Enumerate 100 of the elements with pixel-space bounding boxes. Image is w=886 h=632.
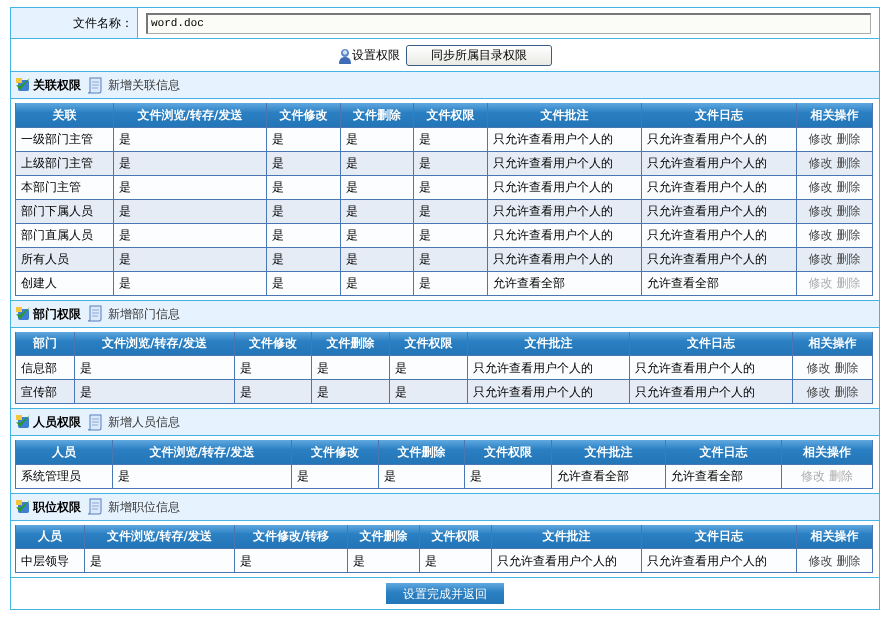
delete-link[interactable]: 删除: [836, 252, 860, 266]
edit-link[interactable]: 修改: [808, 252, 832, 266]
table-cell: 是: [414, 151, 488, 175]
table-cell: 是: [74, 380, 234, 404]
table-cell: 是: [414, 199, 488, 223]
table-cell: 只允许查看用户个人的: [630, 356, 792, 380]
submit-button[interactable]: 设置完成并返回: [386, 583, 504, 604]
table-cell: 中层领导: [16, 548, 84, 572]
edit-link[interactable]: 修改: [808, 554, 832, 568]
table-cell: 是: [348, 548, 420, 572]
table-cell: 是: [340, 199, 414, 223]
table-cell: 一级部门主管: [16, 127, 114, 151]
delete-link[interactable]: 删除: [836, 156, 860, 170]
column-header: 文件权限: [464, 440, 552, 464]
table-cell: 是: [266, 271, 340, 295]
column-header: 相关操作: [796, 524, 872, 548]
edit-link[interactable]: 修改: [808, 132, 832, 146]
column-header: 文件修改: [266, 103, 340, 127]
add-link[interactable]: 新增职位信息: [108, 498, 180, 516]
table-cell: 允许查看全部: [488, 271, 642, 295]
column-header: 文件修改: [292, 440, 378, 464]
table-cell: 是: [420, 548, 492, 572]
table-cell: 是: [114, 127, 266, 151]
edit-link: 修改: [808, 276, 832, 290]
table-cell: 创建人: [16, 271, 114, 295]
table-cell: 是: [114, 271, 266, 295]
table-cell: 是: [114, 175, 266, 199]
check-icon: [15, 414, 31, 430]
column-header: 文件浏览/转存/发送: [74, 332, 234, 356]
delete-link[interactable]: 删除: [834, 384, 858, 398]
table-cell: 所有人员: [16, 247, 114, 271]
table-cell: 只允许查看用户个人的: [468, 356, 630, 380]
table-cell: 只允许查看用户个人的: [642, 175, 796, 199]
table-cell: 只允许查看用户个人的: [488, 223, 642, 247]
table-cell: 信息部: [16, 356, 74, 380]
table-cell: 宣传部: [16, 380, 74, 404]
table-cell: 是: [234, 548, 348, 572]
table-cell: 只允许查看用户个人的: [468, 380, 630, 404]
column-header: 部门: [16, 332, 74, 356]
delete-link[interactable]: 删除: [836, 228, 860, 242]
check-icon: [15, 498, 31, 514]
column-header: 人员: [16, 524, 84, 548]
table-cell: 是: [266, 199, 340, 223]
column-header: 文件删除: [340, 103, 414, 127]
column-header: 文件日志: [666, 440, 782, 464]
table-cell: 是: [312, 380, 390, 404]
sync-button[interactable]: 同步所属目录权限: [406, 44, 552, 66]
column-header: 文件批注: [488, 103, 642, 127]
input-field[interactable]: word.doc: [146, 12, 871, 34]
table-cell: 是: [414, 247, 488, 271]
label-text: 设置权限: [352, 47, 400, 64]
table-cell: 是: [340, 151, 414, 175]
table-cell: 允许查看全部: [552, 464, 666, 488]
column-header: 关联: [16, 103, 114, 127]
add-link[interactable]: 新增部门信息: [108, 304, 180, 322]
table-cell: 是: [74, 356, 234, 380]
column-header: 文件权限: [414, 103, 488, 127]
table-cell: 本部门主管: [16, 175, 114, 199]
scroll-icon: [87, 305, 102, 322]
field-label: 文件名称：: [11, 8, 138, 38]
column-header: 文件日志: [630, 332, 792, 356]
delete-link[interactable]: 删除: [836, 132, 860, 146]
section-title: 人员权限: [33, 414, 81, 431]
column-header: 文件浏览/转存/发送: [84, 524, 234, 548]
scroll-icon: [87, 414, 102, 430]
table-cell: 只允许查看用户个人的: [488, 199, 642, 223]
table-cell: 是: [114, 223, 266, 247]
table-cell: 只允许查看用户个人的: [642, 199, 796, 223]
table-cell: 是: [266, 175, 340, 199]
add-link[interactable]: 新增关联信息: [108, 76, 180, 94]
table-cell: 只允许查看用户个人的: [642, 127, 796, 151]
column-header: 文件批注: [492, 524, 642, 548]
column-header: 相关操作: [782, 440, 872, 464]
table-cell: 是: [340, 127, 414, 151]
section-title: 职位权限: [33, 498, 81, 516]
edit-link[interactable]: 修改: [808, 204, 832, 218]
delete-link[interactable]: 删除: [836, 554, 860, 568]
table-cell: 部门下属人员: [16, 199, 114, 223]
column-header: 文件删除: [312, 332, 390, 356]
table-cell: 允许查看全部: [666, 464, 782, 488]
column-header: 文件删除: [348, 524, 420, 548]
edit-link[interactable]: 修改: [808, 228, 832, 242]
check-icon: [15, 77, 31, 93]
table-cell: 只允许查看用户个人的: [642, 151, 796, 175]
scroll-icon: [87, 76, 102, 94]
delete-link[interactable]: 删除: [836, 204, 860, 218]
table-cell: 只允许查看用户个人的: [492, 548, 642, 572]
column-header: 文件日志: [642, 524, 796, 548]
delete-link[interactable]: 删除: [836, 180, 860, 194]
edit-link[interactable]: 修改: [808, 156, 832, 170]
edit-link[interactable]: 修改: [806, 360, 830, 374]
table-cell: 系统管理员: [16, 464, 112, 488]
column-header: 文件修改/转移: [234, 524, 348, 548]
edit-link[interactable]: 修改: [808, 180, 832, 194]
table-cell: 只允许查看用户个人的: [488, 127, 642, 151]
edit-link[interactable]: 修改: [806, 384, 830, 398]
table-cell: 是: [312, 356, 390, 380]
column-header: 人员: [16, 440, 112, 464]
delete-link[interactable]: 删除: [834, 360, 858, 374]
add-link[interactable]: 新增人员信息: [108, 413, 180, 431]
